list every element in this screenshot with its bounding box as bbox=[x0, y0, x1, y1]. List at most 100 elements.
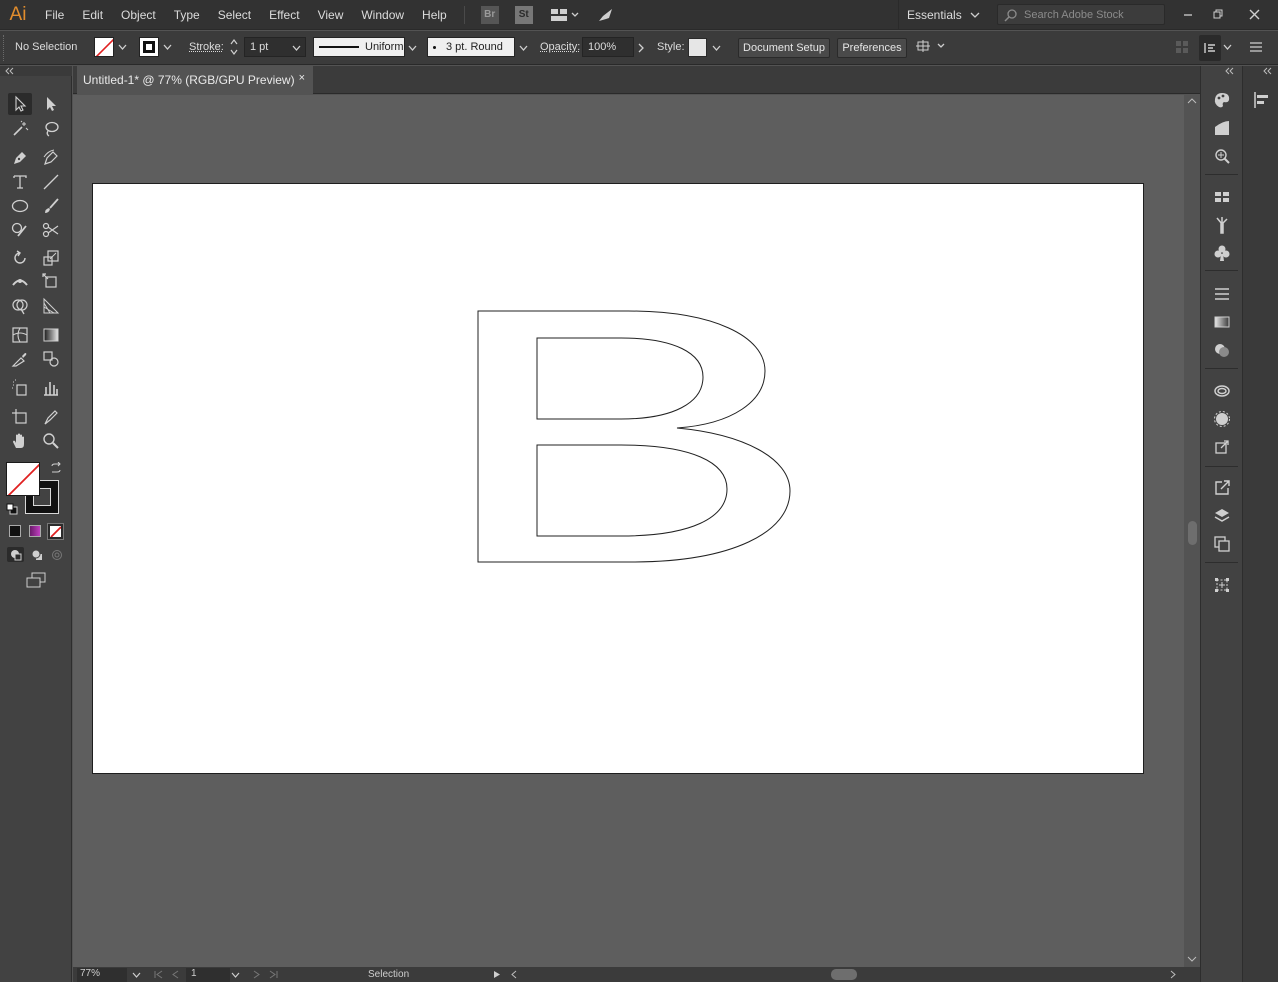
scroll-up-icon[interactable] bbox=[1187, 97, 1197, 105]
opacity-label[interactable]: Opacity: bbox=[540, 41, 580, 53]
status-menu-icon[interactable] bbox=[493, 970, 501, 979]
color-mode-button[interactable] bbox=[9, 525, 21, 537]
menu-type[interactable]: Type bbox=[165, 0, 209, 30]
none-mode-button[interactable] bbox=[47, 523, 64, 540]
control-bar-grip[interactable] bbox=[3, 35, 6, 61]
asset-export-panel-button[interactable] bbox=[1209, 435, 1235, 459]
letter-b-outline[interactable] bbox=[93, 184, 1145, 775]
shaper-tool[interactable] bbox=[8, 219, 32, 241]
tools-panel-header[interactable] bbox=[0, 66, 72, 76]
chevron-down-icon[interactable] bbox=[292, 45, 301, 52]
screen-mode-button[interactable] bbox=[24, 571, 48, 589]
gradient-mode-button[interactable] bbox=[29, 525, 41, 537]
transparency-panel-button[interactable] bbox=[1209, 338, 1235, 362]
zoom-field[interactable]: 77% bbox=[77, 968, 127, 982]
symbol-sprayer-tool[interactable] bbox=[8, 377, 32, 399]
chevron-down-icon[interactable] bbox=[1223, 44, 1232, 51]
menu-help[interactable]: Help bbox=[413, 0, 456, 30]
scale-tool[interactable] bbox=[39, 247, 63, 269]
menu-edit[interactable]: Edit bbox=[73, 0, 112, 30]
gradient-panel-button[interactable] bbox=[1209, 310, 1235, 334]
curvature-tool[interactable] bbox=[39, 147, 63, 169]
scissors-tool[interactable] bbox=[39, 219, 63, 241]
layers-panel-button[interactable] bbox=[1209, 504, 1235, 528]
hand-tool[interactable] bbox=[8, 430, 32, 452]
slice-tool[interactable] bbox=[39, 406, 63, 428]
isolate-button[interactable] bbox=[1175, 40, 1189, 54]
fill-swatch[interactable] bbox=[94, 37, 114, 57]
arrange-button[interactable] bbox=[916, 39, 948, 57]
menu-object[interactable]: Object bbox=[112, 0, 165, 30]
panel-toggle-button[interactable] bbox=[1199, 35, 1221, 61]
symbols-panel-button[interactable] bbox=[1209, 241, 1235, 265]
direct-selection-tool[interactable] bbox=[39, 93, 63, 115]
graphic-styles-panel-button[interactable] bbox=[1209, 407, 1235, 431]
type-tool[interactable] bbox=[8, 171, 32, 193]
vertical-scrollbar[interactable] bbox=[1184, 95, 1200, 967]
last-artboard-icon[interactable] bbox=[269, 970, 279, 979]
fill-chevron-icon[interactable] bbox=[118, 44, 127, 51]
stock-button[interactable]: St bbox=[513, 5, 535, 25]
swap-fill-stroke-icon[interactable] bbox=[50, 462, 62, 474]
collapse-panels-icon[interactable] bbox=[1263, 67, 1273, 75]
previous-artboard-icon[interactable] bbox=[171, 970, 179, 979]
export-panel-button[interactable] bbox=[1209, 476, 1235, 500]
free-transform-tool[interactable] bbox=[39, 271, 63, 293]
width-tool[interactable] bbox=[8, 271, 32, 293]
default-fill-stroke-icon[interactable] bbox=[6, 503, 18, 515]
preferences-button[interactable]: Preferences bbox=[837, 38, 907, 58]
color-guide-panel-button[interactable] bbox=[1209, 116, 1235, 140]
column-graph-tool[interactable] bbox=[39, 377, 63, 399]
artboard[interactable] bbox=[92, 183, 1144, 774]
zoom-chevron-icon[interactable] bbox=[132, 972, 141, 979]
artboard-chevron-icon[interactable] bbox=[231, 972, 240, 979]
scroll-down-icon[interactable] bbox=[1187, 955, 1197, 963]
transform-panel-button[interactable] bbox=[1209, 573, 1235, 597]
graphic-style-swatch[interactable] bbox=[688, 38, 707, 57]
stroke-swatch[interactable] bbox=[139, 37, 159, 57]
stroke-weight-stepper[interactable] bbox=[229, 38, 241, 58]
ellipse-tool[interactable] bbox=[8, 195, 32, 217]
chevron-down-icon[interactable] bbox=[712, 45, 721, 52]
chevron-down-icon[interactable] bbox=[519, 45, 528, 52]
restore-button[interactable] bbox=[1202, 0, 1234, 28]
line-segment-tool[interactable] bbox=[39, 171, 63, 193]
menu-effect[interactable]: Effect bbox=[260, 0, 308, 30]
swatches-panel-button[interactable] bbox=[1209, 185, 1235, 209]
chevron-right-icon[interactable] bbox=[638, 43, 645, 53]
eyedropper-tool[interactable] bbox=[8, 348, 32, 370]
selection-tool[interactable] bbox=[8, 93, 32, 115]
horizontal-scroll-thumb[interactable] bbox=[831, 969, 857, 980]
stroke-label[interactable]: Stroke: bbox=[189, 41, 224, 53]
vertical-scroll-thumb[interactable] bbox=[1188, 521, 1197, 545]
gradient-tool[interactable] bbox=[39, 324, 63, 346]
canvas[interactable] bbox=[73, 95, 1184, 967]
next-artboard-icon[interactable] bbox=[253, 970, 261, 979]
perspective-grid-tool[interactable] bbox=[39, 295, 63, 317]
stroke-chevron-icon[interactable] bbox=[163, 44, 172, 51]
shape-builder-tool[interactable] bbox=[8, 295, 32, 317]
collapse-panels-icon[interactable] bbox=[1225, 67, 1235, 75]
appearance-panel-button[interactable] bbox=[1209, 379, 1235, 403]
draw-inside-button[interactable] bbox=[48, 547, 65, 562]
fill-color-box[interactable] bbox=[6, 462, 40, 496]
menu-file[interactable]: File bbox=[36, 0, 73, 30]
chevron-down-icon[interactable] bbox=[408, 45, 417, 52]
paintbrush-tool[interactable] bbox=[39, 195, 63, 217]
menu-window[interactable]: Window bbox=[352, 0, 413, 30]
document-setup-button[interactable]: Document Setup bbox=[738, 38, 830, 58]
arrange-documents-button[interactable] bbox=[547, 5, 583, 25]
menu-select[interactable]: Select bbox=[209, 0, 260, 30]
blend-tool[interactable] bbox=[39, 348, 63, 370]
minimize-button[interactable] bbox=[1172, 0, 1204, 28]
scroll-left-icon[interactable] bbox=[510, 970, 518, 979]
image-trace-panel-button[interactable] bbox=[1209, 144, 1235, 168]
rotate-tool[interactable] bbox=[8, 247, 32, 269]
align-panel-button[interactable] bbox=[1249, 88, 1275, 112]
close-tab-button[interactable]: × bbox=[299, 72, 305, 84]
lasso-tool[interactable] bbox=[39, 118, 63, 140]
stock-search-field[interactable]: Search Adobe Stock bbox=[997, 4, 1165, 25]
artboard-number-field[interactable]: 1 bbox=[186, 968, 230, 982]
zoom-tool[interactable] bbox=[39, 430, 63, 452]
close-window-button[interactable] bbox=[1238, 0, 1270, 28]
